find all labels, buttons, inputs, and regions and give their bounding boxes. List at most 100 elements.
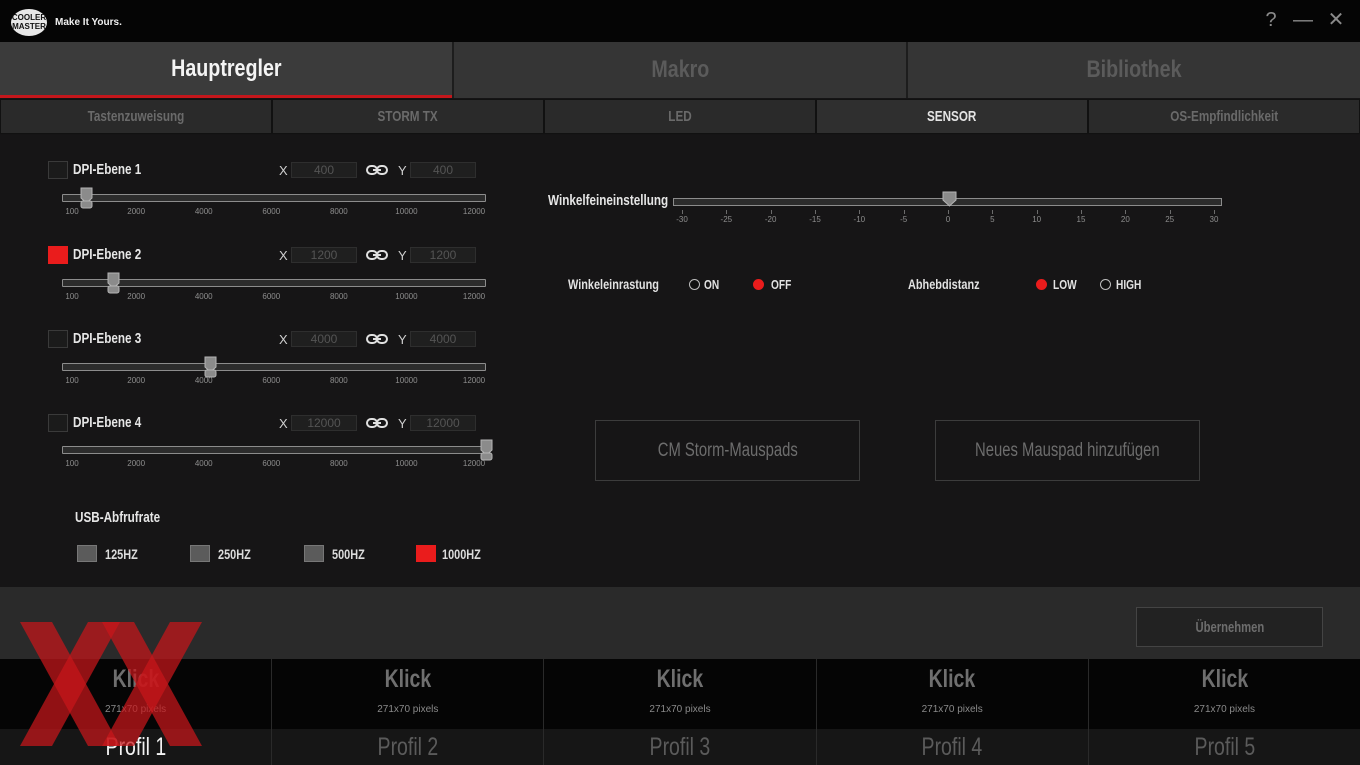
usb-polling-title: USB-Abfrufrate [75, 509, 161, 526]
dpi-level-4-slider[interactable] [62, 439, 492, 461]
dpi-tick-label: 8000 [329, 207, 348, 216]
sensor-panel: DPI-Ebene 1 X Y 100200040006000800010000… [0, 135, 1360, 587]
liftoff-high-label: HIGH [1116, 277, 1142, 292]
usb-500hz-box[interactable] [304, 545, 324, 562]
profile-name-bar: Profil 2 [272, 729, 544, 765]
profile-pixel-text: 271x70 pixels [377, 704, 439, 715]
subtab-tastenzuweisung[interactable]: Tastenzuweisung [0, 99, 272, 134]
profile-name-bar: Profil 3 [544, 729, 816, 765]
angle-tick-label: -25 [720, 215, 733, 224]
dpi-tick-label: 8000 [329, 292, 348, 301]
dpi-level-2-y-input[interactable] [410, 247, 476, 263]
x-label: X [279, 248, 288, 263]
dpi-level-3-checkbox[interactable] [48, 330, 68, 348]
dpi-level-1-y-input[interactable] [410, 162, 476, 178]
profile-name-bar: Profil 4 [816, 729, 1088, 765]
profile-5[interactable]: Klick 271x70 pixels Profil 5 [1087, 659, 1360, 765]
link-icon[interactable] [366, 332, 388, 346]
dpi-tick-label: 2000 [127, 376, 146, 385]
slider-thumb[interactable] [480, 439, 493, 461]
cooler-master-logo: COOLER MASTER [11, 9, 47, 36]
angle-tick-mark [770, 210, 772, 214]
dpi-tick-label: 8000 [329, 376, 348, 385]
dpi-level-1-x-input[interactable] [291, 162, 357, 178]
dpi-level-1-slider[interactable] [62, 187, 486, 209]
usb-500hz-label: 500HZ [332, 546, 365, 562]
dpi-level-2-slider[interactable] [62, 272, 486, 294]
dpi-level-1-label: DPI-Ebene 1 [73, 161, 142, 178]
profile-4[interactable]: Klick 271x70 pixels Profil 4 [815, 659, 1088, 765]
angle-tuning-ticks: -30 -25 -20 -15 -10 -5 0 5 10 15 20 25 30 [676, 210, 1218, 225]
angle-snapping-on-radio[interactable] [689, 279, 700, 290]
dpi-level-2: DPI-Ebene 2 X Y 100 2000 4000 6000 8000 10000… [0, 246, 500, 326]
profile-3-image: Klick 271x70 pixels [544, 659, 816, 729]
help-button[interactable]: ? [1259, 8, 1283, 32]
subtab-os-empfindlichkeit[interactable]: OS-Empfindlichkeit [1088, 99, 1360, 134]
dpi-level-4-ticks: 100 2000 4000 6000 8000 10000 12000 [62, 459, 486, 469]
angle-tick-label: 0 [945, 215, 951, 224]
liftoff-high-radio[interactable] [1100, 279, 1111, 290]
dpi-level-4-checkbox[interactable] [48, 414, 68, 432]
dpi-level-2-x-input[interactable] [291, 247, 357, 263]
profile-1-name: Profil 1 [105, 733, 166, 761]
dpi-tick-label: 2000 [127, 207, 146, 216]
liftoff-low-radio[interactable] [1036, 279, 1047, 290]
tab-bibliothek[interactable]: Bibliothek [906, 42, 1360, 98]
angle-tick-mark [1169, 210, 1171, 214]
apply-button[interactable]: Übernehmen [1136, 607, 1323, 647]
subtab-led[interactable]: LED [544, 99, 816, 134]
dpi-level-2-checkbox[interactable] [48, 246, 68, 264]
profile-5-name: Profil 5 [1194, 733, 1255, 761]
usb-125hz-box[interactable] [77, 545, 97, 562]
y-label: Y [398, 163, 407, 178]
dpi-level-3-slider[interactable] [62, 356, 486, 378]
close-button[interactable]: ✕ [1324, 8, 1348, 32]
profile-4-image: Klick 271x70 pixels [816, 659, 1088, 729]
link-icon[interactable] [366, 248, 388, 262]
dpi-tick-label: 100 [65, 459, 79, 468]
profile-pixel-text: 271x70 pixels [921, 704, 983, 715]
dpi-level-4-y-input[interactable] [410, 415, 476, 431]
angle-snapping-off-radio[interactable] [753, 279, 764, 290]
x-label: X [279, 332, 288, 347]
slider-thumb[interactable] [80, 187, 93, 209]
angle-tick-mark [859, 210, 861, 214]
dpi-tick-label: 12000 [462, 376, 486, 385]
angle-tick-label: -20 [764, 215, 777, 224]
dpi-tick-label: 4000 [194, 207, 213, 216]
profile-bar: Klick 271x70 pixels Profil 1 Klick 271x7… [0, 659, 1360, 765]
subtab-storm-tx[interactable]: STORM TX [272, 99, 544, 134]
profile-2[interactable]: Klick 271x70 pixels Profil 2 [271, 659, 544, 765]
dpi-level-4-x-input[interactable] [291, 415, 357, 431]
link-icon[interactable] [366, 163, 388, 177]
slider-thumb[interactable] [107, 272, 120, 294]
slogan: Make It Yours. [55, 17, 122, 28]
minimize-button[interactable]: — [1291, 8, 1315, 32]
angle-tick-label: -10 [853, 215, 866, 224]
dpi-level-1-ticks: 100 2000 4000 6000 8000 10000 12000 [62, 207, 486, 217]
usb-250hz-box[interactable] [190, 545, 210, 562]
dpi-level-3-y-input[interactable] [410, 331, 476, 347]
angle-snapping-off-label: OFF [771, 277, 792, 292]
usb-1000hz-box[interactable] [416, 545, 436, 562]
link-icon[interactable] [366, 416, 388, 430]
tab-hauptregler[interactable]: Hauptregler [0, 42, 452, 98]
dpi-tick-label: 10000 [395, 292, 418, 301]
cm-storm-mauspads-button[interactable]: CM Storm-Mauspads [595, 420, 860, 481]
add-mauspad-button[interactable]: Neues Mauspad hinzufügen [935, 420, 1200, 481]
angle-tick-mark [1081, 210, 1082, 214]
profile-1-image: Klick 271x70 pixels [0, 659, 272, 729]
subtab-sensor[interactable]: SENSOR [816, 99, 1088, 134]
y-label: Y [398, 416, 407, 431]
slider-thumb[interactable] [204, 356, 217, 378]
profile-1[interactable]: Klick 271x70 pixels Profil 1 [0, 659, 272, 765]
y-label: Y [398, 248, 407, 263]
dpi-level-3-x-input[interactable] [291, 331, 357, 347]
angle-tuning-slider[interactable] [673, 191, 1222, 207]
angle-snapping-title: Winkeleinrastung [568, 276, 659, 292]
dpi-level-1-checkbox[interactable] [48, 161, 68, 179]
profile-3[interactable]: Klick 271x70 pixels Profil 3 [543, 659, 816, 765]
dpi-tick-label: 10000 [395, 207, 418, 216]
tab-makro[interactable]: Makro [452, 42, 906, 98]
profile-pixel-text: 271x70 pixels [1193, 704, 1255, 715]
